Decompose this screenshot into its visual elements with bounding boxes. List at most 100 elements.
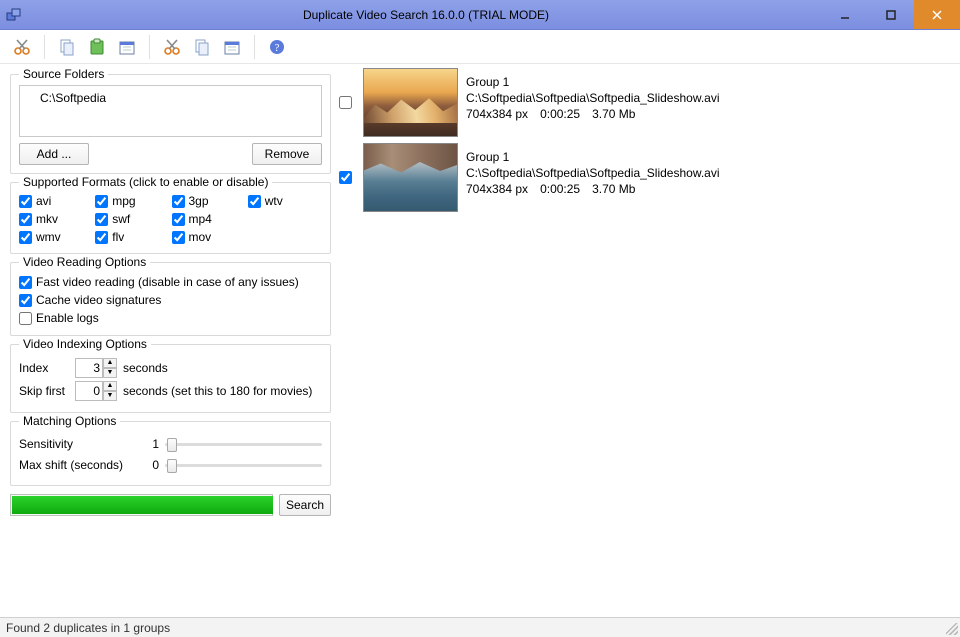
index-value-input[interactable] [75, 358, 103, 378]
reading-legend: Video Reading Options [19, 255, 150, 269]
source-folders-legend: Source Folders [19, 67, 108, 81]
window-title: Duplicate Video Search 16.0.0 (TRIAL MOD… [30, 8, 822, 22]
options-panel: Source Folders C:\Softpedia Add ... Remo… [0, 64, 337, 617]
format-avi-checkbox[interactable]: avi [19, 193, 93, 209]
format-label: swf [112, 212, 130, 226]
result-size: 3.70 Mb [592, 107, 635, 121]
matching-legend: Matching Options [19, 414, 120, 428]
copy-icon[interactable] [55, 35, 79, 59]
matching-options-group: Matching Options Sensitivity 1 Max shift… [10, 421, 331, 486]
formats-group: Supported Formats (click to enable or di… [10, 182, 331, 254]
result-dims: 704x384 px [466, 182, 528, 196]
enable-logs-label: Enable logs [36, 311, 99, 325]
format-label: mp4 [189, 212, 212, 226]
maxshift-value: 0 [139, 458, 159, 472]
source-folders-list[interactable]: C:\Softpedia [19, 85, 322, 137]
format-flv-checkbox[interactable]: flv [95, 229, 169, 245]
format-label: avi [36, 194, 51, 208]
fast-reading-label: Fast video reading (disable in case of a… [36, 275, 299, 289]
result-path: C:\Softpedia\Softpedia\Softpedia_Slidesh… [466, 90, 720, 106]
clipboard-icon[interactable] [85, 35, 109, 59]
reading-options-group: Video Reading Options Fast video reading… [10, 262, 331, 336]
result-duration: 0:00:25 [540, 182, 580, 196]
result-info: Group 1C:\Softpedia\Softpedia\Softpedia_… [466, 143, 720, 197]
format-mov-checkbox[interactable]: mov [172, 229, 246, 245]
indexing-options-group: Video Indexing Options Index ▲▼ seconds … [10, 344, 331, 413]
result-row: Group 1C:\Softpedia\Softpedia\Softpedia_… [339, 68, 954, 137]
result-stats: 704x384 px 0:00:25 3.70 Mb [466, 106, 720, 122]
result-group: Group 1 [466, 74, 720, 90]
format-label: wmv [36, 230, 61, 244]
spin-up-icon[interactable]: ▲ [103, 358, 117, 368]
skip-value-input[interactable] [75, 381, 103, 401]
enable-logs-checkbox[interactable]: Enable logs [19, 309, 322, 327]
maxshift-slider[interactable] [165, 456, 322, 474]
indexing-legend: Video Indexing Options [19, 337, 151, 351]
result-dims: 704x384 px [466, 107, 528, 121]
search-progress [10, 494, 273, 516]
result-select-checkbox[interactable] [339, 96, 352, 109]
add-folder-button[interactable]: Add ... [19, 143, 89, 165]
close-button[interactable] [914, 0, 960, 29]
result-stats: 704x384 px 0:00:25 3.70 Mb [466, 181, 720, 197]
calendar-icon[interactable] [115, 35, 139, 59]
status-text: Found 2 duplicates in 1 groups [6, 621, 170, 635]
format-label: 3gp [189, 194, 209, 208]
svg-text:?: ? [275, 42, 280, 54]
skip-spinner[interactable]: ▲▼ [75, 381, 117, 401]
cache-signatures-label: Cache video signatures [36, 293, 161, 307]
minimize-button[interactable] [822, 0, 868, 29]
skip-label: Skip first [19, 384, 69, 398]
format-mp4-checkbox[interactable]: mp4 [172, 211, 246, 227]
format-swf-checkbox[interactable]: swf [95, 211, 169, 227]
formats-legend: Supported Formats (click to enable or di… [19, 175, 272, 189]
spin-up-icon[interactable]: ▲ [103, 381, 117, 391]
skip-unit: seconds (set this to 180 for movies) [123, 384, 312, 398]
remove-folder-button[interactable]: Remove [252, 143, 322, 165]
result-select-checkbox[interactable] [339, 171, 352, 184]
format-mpg-checkbox[interactable]: mpg [95, 193, 169, 209]
app-icon [6, 7, 22, 23]
result-thumbnail[interactable] [363, 68, 458, 137]
maximize-button[interactable] [868, 0, 914, 29]
source-folder-item[interactable]: C:\Softpedia [26, 90, 315, 106]
copy-all-icon[interactable] [190, 35, 214, 59]
search-button[interactable]: Search [279, 494, 331, 516]
toolbar: ? [0, 30, 960, 64]
source-folders-group: Source Folders C:\Softpedia Add ... Remo… [10, 74, 331, 174]
maxshift-label: Max shift (seconds) [19, 458, 139, 472]
result-path: C:\Softpedia\Softpedia\Softpedia_Slidesh… [466, 165, 720, 181]
format-label: mkv [36, 212, 58, 226]
spin-down-icon[interactable]: ▼ [103, 391, 117, 401]
fast-reading-checkbox[interactable]: Fast video reading (disable in case of a… [19, 273, 322, 291]
result-group: Group 1 [466, 149, 720, 165]
resize-grip-icon[interactable] [946, 623, 958, 635]
result-info: Group 1C:\Softpedia\Softpedia\Softpedia_… [466, 68, 720, 122]
sensitivity-slider[interactable] [165, 435, 322, 453]
result-thumbnail[interactable] [363, 143, 458, 212]
format-label: mpg [112, 194, 135, 208]
titlebar: Duplicate Video Search 16.0.0 (TRIAL MOD… [0, 0, 960, 30]
format-label: wtv [265, 194, 283, 208]
statusbar: Found 2 duplicates in 1 groups [0, 617, 960, 637]
index-label: Index [19, 361, 69, 375]
result-row: Group 1C:\Softpedia\Softpedia\Softpedia_… [339, 143, 954, 212]
cache-signatures-checkbox[interactable]: Cache video signatures [19, 291, 322, 309]
result-duration: 0:00:25 [540, 107, 580, 121]
result-size: 3.70 Mb [592, 182, 635, 196]
results-panel: Group 1C:\Softpedia\Softpedia\Softpedia_… [337, 64, 960, 617]
format-3gp-checkbox[interactable]: 3gp [172, 193, 246, 209]
format-wmv-checkbox[interactable]: wmv [19, 229, 93, 245]
format-mkv-checkbox[interactable]: mkv [19, 211, 93, 227]
sensitivity-value: 1 [139, 437, 159, 451]
format-label: flv [112, 230, 124, 244]
calendar-alt-icon[interactable] [220, 35, 244, 59]
cut-icon[interactable] [10, 35, 34, 59]
spin-down-icon[interactable]: ▼ [103, 368, 117, 378]
sensitivity-label: Sensitivity [19, 437, 139, 451]
cut-all-icon[interactable] [160, 35, 184, 59]
format-wtv-checkbox[interactable]: wtv [248, 193, 322, 209]
index-spinner[interactable]: ▲▼ [75, 358, 117, 378]
help-icon[interactable]: ? [265, 35, 289, 59]
index-unit: seconds [123, 361, 168, 375]
